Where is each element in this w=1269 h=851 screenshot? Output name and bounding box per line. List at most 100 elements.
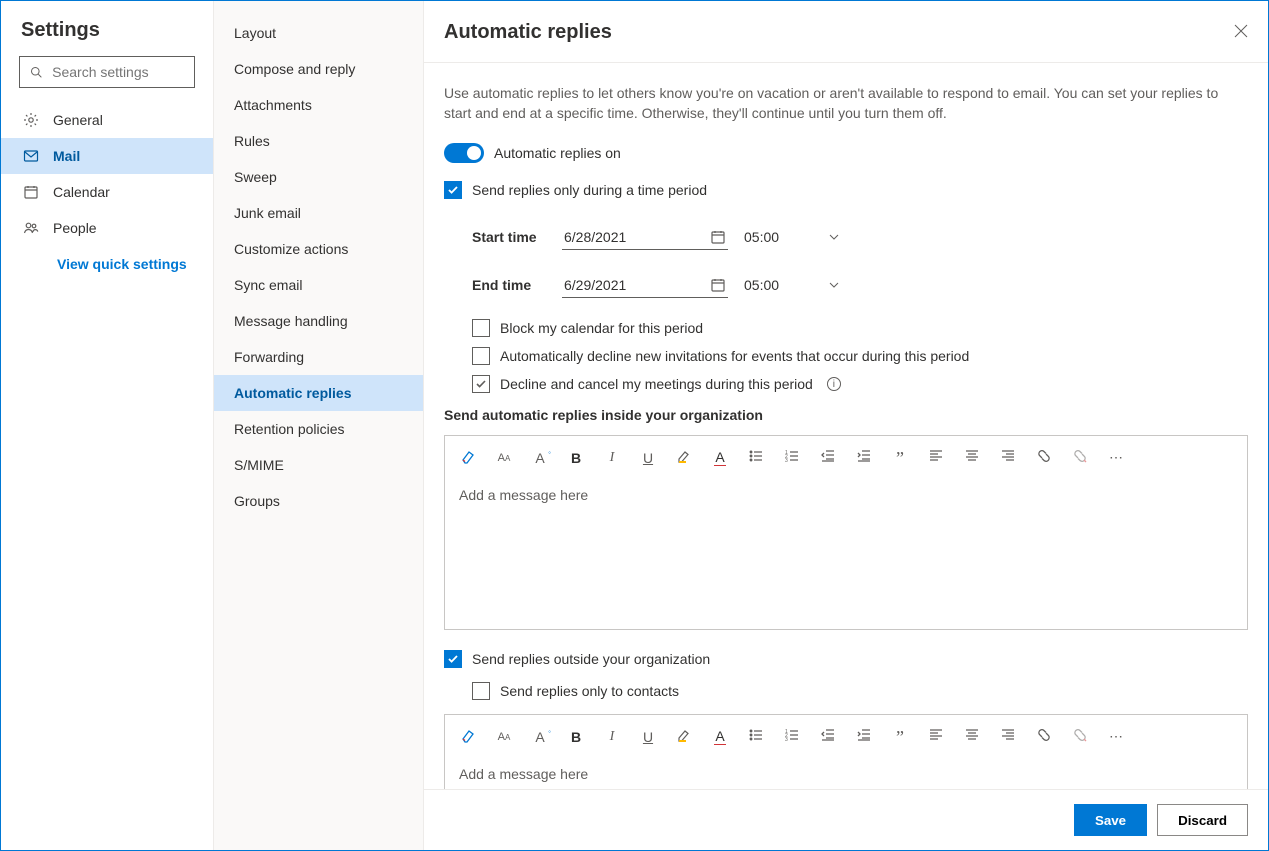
start-time-label: Start time bbox=[472, 229, 562, 245]
tb-italic[interactable]: I bbox=[603, 450, 621, 466]
close-button[interactable] bbox=[1234, 24, 1248, 41]
calendar-icon bbox=[23, 184, 39, 200]
tb-numbering[interactable]: 123 bbox=[783, 727, 801, 746]
tb-highlight[interactable] bbox=[675, 727, 693, 746]
sub-groups[interactable]: Groups bbox=[214, 483, 423, 519]
toggle-label: Automatic replies on bbox=[494, 145, 621, 161]
tb-bullets[interactable] bbox=[747, 448, 765, 467]
tb-more[interactable]: ⋯ bbox=[1107, 449, 1125, 466]
calendar-icon bbox=[710, 277, 726, 293]
eraser-icon bbox=[460, 727, 476, 743]
sub-forwarding[interactable]: Forwarding bbox=[214, 339, 423, 375]
save-button[interactable]: Save bbox=[1074, 804, 1147, 836]
tb-link[interactable] bbox=[1035, 448, 1053, 467]
check-icon bbox=[475, 378, 487, 390]
nav-calendar[interactable]: Calendar bbox=[1, 174, 213, 210]
cb-decline-cancel[interactable] bbox=[472, 375, 490, 393]
tb-numbering[interactable]: 123 bbox=[783, 448, 801, 467]
sub-message-handling[interactable]: Message handling bbox=[214, 303, 423, 339]
panel-title: Automatic replies bbox=[444, 21, 612, 44]
tb-unlink[interactable] bbox=[1071, 448, 1089, 467]
sub-compose[interactable]: Compose and reply bbox=[214, 51, 423, 87]
svg-text:3: 3 bbox=[785, 737, 788, 743]
start-time-select[interactable]: 05:00 bbox=[742, 225, 842, 249]
tb-align-right[interactable] bbox=[999, 448, 1017, 467]
end-date-value: 6/29/2021 bbox=[564, 277, 626, 293]
search-settings[interactable] bbox=[19, 56, 195, 88]
tb-fontsize[interactable]: A◦ bbox=[531, 450, 549, 466]
align-center-icon bbox=[964, 448, 980, 464]
tb-underline[interactable]: U bbox=[639, 729, 657, 745]
sub-layout[interactable]: Layout bbox=[214, 15, 423, 51]
tb-italic[interactable]: I bbox=[603, 729, 621, 745]
tb-bold[interactable]: B bbox=[567, 450, 585, 466]
tb-quote[interactable]: ” bbox=[891, 453, 909, 463]
tb-outdent[interactable] bbox=[819, 448, 837, 467]
tb-font[interactable]: AA bbox=[495, 731, 513, 743]
start-time-value: 05:00 bbox=[744, 229, 779, 245]
people-icon bbox=[23, 220, 39, 236]
sub-sweep[interactable]: Sweep bbox=[214, 159, 423, 195]
sub-junk[interactable]: Junk email bbox=[214, 195, 423, 231]
cb-decline-new-label: Automatically decline new invitations fo… bbox=[500, 348, 969, 364]
nav-people[interactable]: People bbox=[1, 210, 213, 246]
sub-customize[interactable]: Customize actions bbox=[214, 231, 423, 267]
info-icon[interactable]: i bbox=[827, 377, 841, 391]
eraser-icon bbox=[460, 448, 476, 464]
sub-automatic-replies[interactable]: Automatic replies bbox=[214, 375, 423, 411]
tb-eraser[interactable] bbox=[459, 727, 477, 746]
tb-fontcolor[interactable]: A bbox=[711, 728, 729, 745]
sub-rules[interactable]: Rules bbox=[214, 123, 423, 159]
sub-attachments[interactable]: Attachments bbox=[214, 87, 423, 123]
close-icon bbox=[1234, 24, 1248, 38]
sub-retention[interactable]: Retention policies bbox=[214, 411, 423, 447]
end-time-select[interactable]: 05:00 bbox=[742, 273, 842, 297]
tb-eraser[interactable] bbox=[459, 448, 477, 467]
tb-fontsize[interactable]: A◦ bbox=[531, 729, 549, 745]
cb-outside-org[interactable] bbox=[444, 650, 462, 668]
align-left-icon bbox=[928, 727, 944, 743]
tb-link[interactable] bbox=[1035, 727, 1053, 746]
search-input[interactable] bbox=[50, 63, 184, 81]
tb-bold[interactable]: B bbox=[567, 729, 585, 745]
tb-font[interactable]: AA bbox=[495, 452, 513, 464]
panel-description: Use automatic replies to let others know… bbox=[444, 83, 1248, 123]
tb-bullets[interactable] bbox=[747, 727, 765, 746]
editor-outside-body[interactable]: Add a message here bbox=[445, 758, 1247, 789]
tb-indent[interactable] bbox=[855, 448, 873, 467]
editor-outside-org: AA A◦ B I U A 123 ” ⋯ bbox=[444, 714, 1248, 789]
chevron-down-icon bbox=[828, 279, 840, 291]
autoreplies-toggle[interactable] bbox=[444, 143, 484, 163]
cb-decline-new[interactable] bbox=[472, 347, 490, 365]
sub-sync[interactable]: Sync email bbox=[214, 267, 423, 303]
tb-fontcolor[interactable]: A bbox=[711, 449, 729, 466]
tb-align-center[interactable] bbox=[963, 727, 981, 746]
nav-mail[interactable]: Mail bbox=[1, 138, 213, 174]
tb-align-center[interactable] bbox=[963, 448, 981, 467]
cb-contacts-only[interactable] bbox=[472, 682, 490, 700]
tb-indent[interactable] bbox=[855, 727, 873, 746]
tb-align-left[interactable] bbox=[927, 727, 945, 746]
tb-outdent[interactable] bbox=[819, 727, 837, 746]
tb-align-left[interactable] bbox=[927, 448, 945, 467]
discard-button[interactable]: Discard bbox=[1157, 804, 1248, 836]
tb-underline[interactable]: U bbox=[639, 450, 657, 466]
editor-inside-body[interactable]: Add a message here bbox=[445, 479, 1247, 629]
unlink-icon bbox=[1072, 727, 1088, 743]
tb-align-right[interactable] bbox=[999, 727, 1017, 746]
sub-smime[interactable]: S/MIME bbox=[214, 447, 423, 483]
start-date-picker[interactable]: 6/28/2021 bbox=[562, 225, 728, 250]
cb-time-period[interactable] bbox=[444, 181, 462, 199]
tb-quote[interactable]: ” bbox=[891, 732, 909, 742]
end-date-picker[interactable]: 6/29/2021 bbox=[562, 273, 728, 298]
tb-highlight[interactable] bbox=[675, 448, 693, 467]
check-icon bbox=[447, 184, 459, 196]
tb-more[interactable]: ⋯ bbox=[1107, 728, 1125, 745]
nav-general[interactable]: General bbox=[1, 102, 213, 138]
cb-block-calendar[interactable] bbox=[472, 319, 490, 337]
quick-settings-link[interactable]: View quick settings bbox=[1, 246, 213, 272]
gear-icon bbox=[23, 112, 39, 128]
bullets-icon bbox=[748, 448, 764, 464]
tb-unlink[interactable] bbox=[1071, 727, 1089, 746]
settings-panel: Automatic replies Use automatic replies … bbox=[424, 1, 1268, 850]
